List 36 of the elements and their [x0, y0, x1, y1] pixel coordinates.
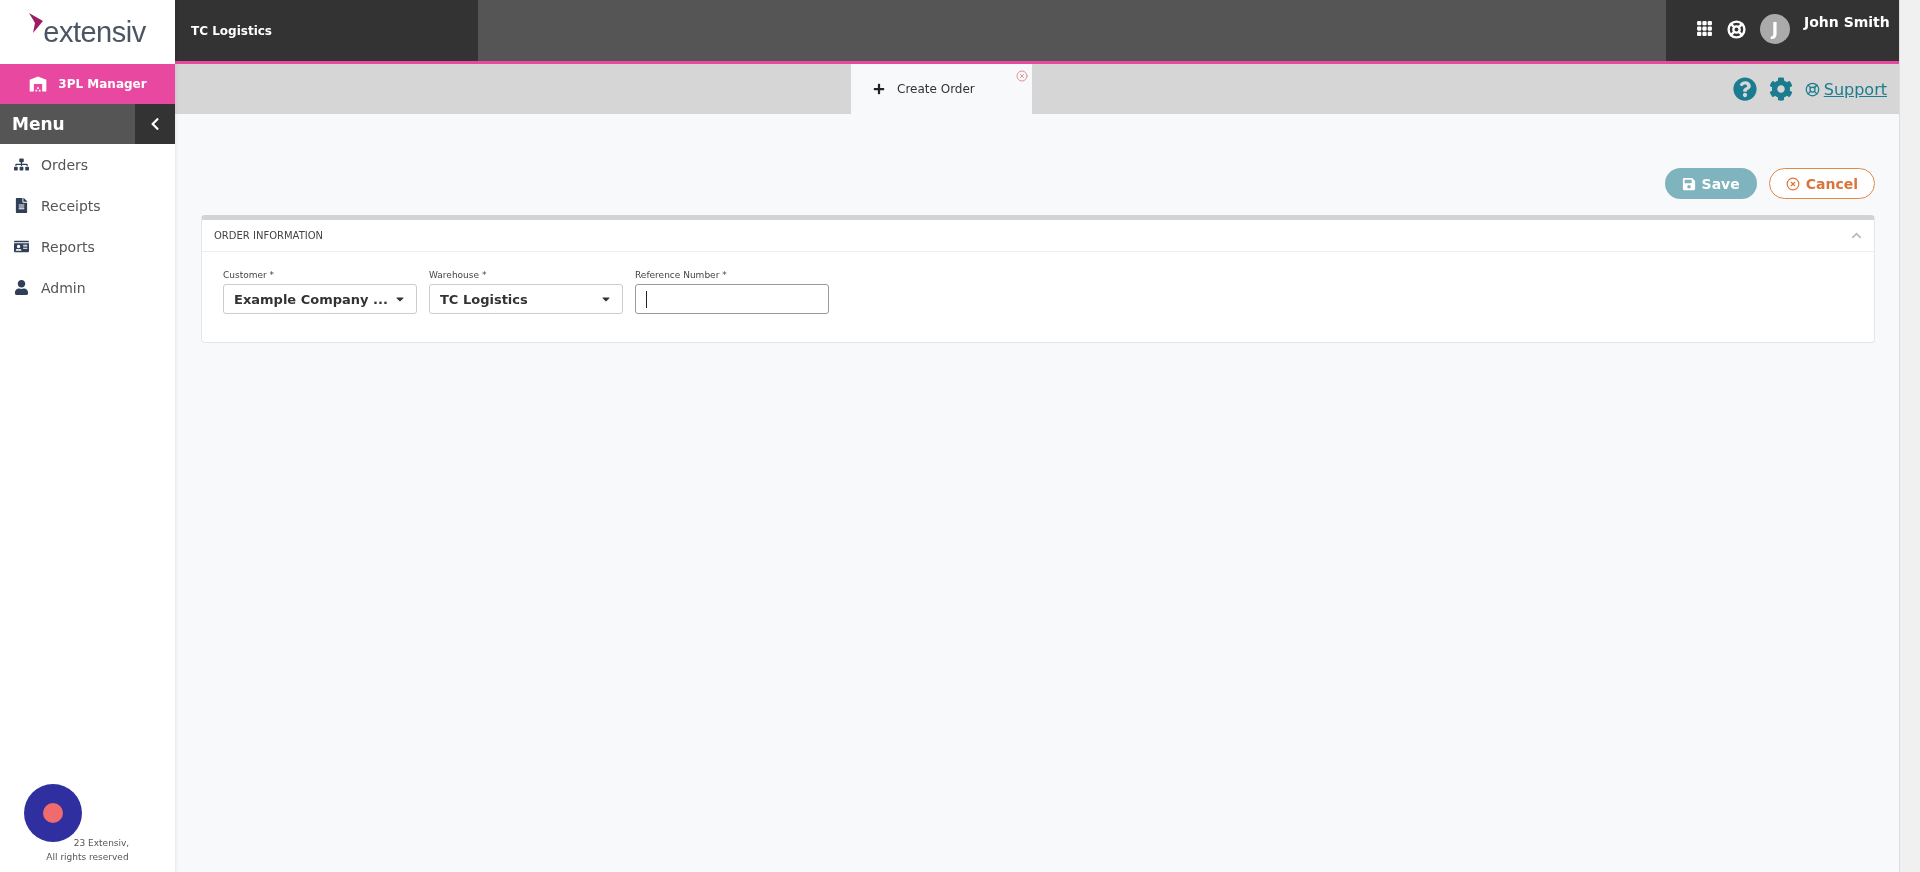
field-label: Reference Number *	[635, 270, 728, 280]
module-name: 3PL Manager	[58, 77, 147, 91]
copyright-text: All rights reserved	[46, 851, 129, 864]
menu-heading: Menu	[11, 113, 66, 136]
sidebar-item[interactable]: Receipts	[0, 185, 175, 226]
user-name[interactable]: John Smith	[1804, 14, 1890, 30]
dropdown-field[interactable]: Example Company ...	[223, 284, 417, 314]
sidebar-item[interactable]: Admin	[0, 267, 175, 308]
close-icon	[1785, 176, 1800, 191]
section-title: ORDER INFORMATION	[214, 230, 324, 241]
collapse-icon[interactable]	[1851, 230, 1862, 241]
copyright-text: 23 Extensiv,	[72, 837, 130, 850]
field-label: Customer *	[223, 270, 276, 280]
logo: extensiv	[29, 12, 146, 49]
tab[interactable]: Create Order	[851, 64, 1032, 114]
id-card-icon	[14, 239, 29, 254]
sidebar-item[interactable]: Reports	[0, 226, 175, 267]
lifebuoy-icon	[1804, 81, 1820, 97]
warehouse-title: TC Logistics	[191, 23, 272, 38]
help-buoy-icon[interactable]	[1727, 20, 1746, 39]
dropdown-field[interactable]: TC Logistics	[429, 284, 623, 314]
field-label: Warehouse *	[429, 270, 488, 280]
scrollbar[interactable]	[1899, 0, 1920, 872]
apps-grid-icon[interactable]	[1696, 20, 1713, 37]
sitemap-icon	[14, 157, 29, 172]
text-cursor	[646, 290, 647, 308]
building-icon	[28, 74, 49, 94]
settings-icon[interactable]	[1768, 77, 1793, 101]
collapse-button[interactable]	[135, 104, 175, 144]
help-icon[interactable]	[1732, 77, 1757, 101]
plus-icon	[873, 83, 885, 95]
sidebar-item[interactable]: Orders	[0, 144, 175, 185]
user-icon	[14, 280, 29, 295]
close-icon[interactable]	[1016, 70, 1028, 82]
document-icon	[14, 198, 29, 213]
input-field[interactable]	[635, 284, 829, 314]
